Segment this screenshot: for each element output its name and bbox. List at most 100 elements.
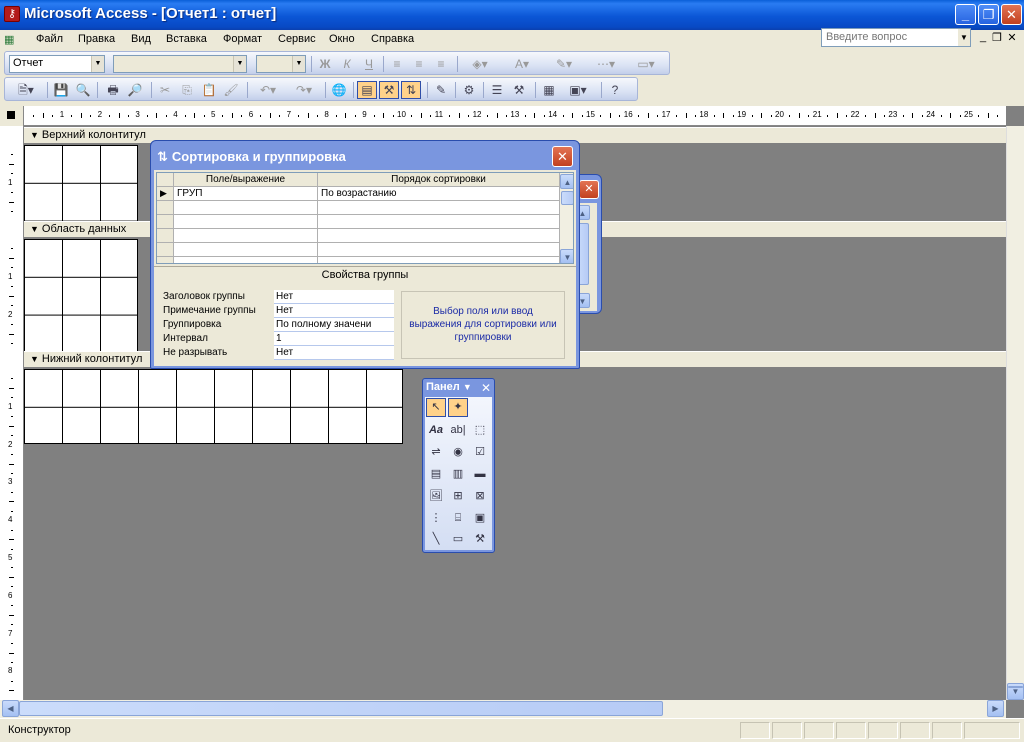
row-selector[interactable] [157,201,174,215]
header-section-grid[interactable] [24,145,138,221]
row-selector[interactable] [157,243,174,257]
menu-insert[interactable]: Вставка [166,33,207,45]
grid-field-cell[interactable] [174,201,318,215]
object-select[interactable]: Отчет ▼ [9,55,105,73]
option-group-icon[interactable]: ⬚ [470,421,490,440]
more-controls-icon[interactable]: ⚒ [470,530,490,549]
toolbox-toggle-icon[interactable]: ⚒ [379,81,399,99]
sorting-grouping-dialog[interactable]: ⇅ Сортировка и группировка ✕ Поле/выражен… [150,140,580,369]
grid-scroll-thumb[interactable] [561,191,573,205]
access-key-icon[interactable]: ⚷ [4,6,20,22]
checkbox-tool-icon[interactable]: ☑ [470,443,490,462]
textbox-tool-icon[interactable]: ab| [448,421,468,440]
scroll-left-icon[interactable]: ◀ [2,700,19,717]
prop-value-group-header[interactable]: Нет [274,290,394,304]
row-selector[interactable] [157,257,174,263]
help-search-input[interactable]: Введите вопрос [821,28,971,47]
unbound-object-icon[interactable]: ⊞ [448,487,468,506]
horizontal-ruler[interactable]: 1 2 3 4 5 6 7 8 9 10 11 12 13 14 15 16 17 18 19 20 21 22 23 24 2… [24,106,1006,126]
grid-field-cell[interactable] [174,243,318,257]
build-icon[interactable]: ⚒ [509,81,529,99]
bold-button[interactable]: Ж [315,55,335,73]
menu-window[interactable]: Окно [329,33,355,45]
select-objects-icon[interactable]: ↖ [426,398,446,417]
detail-section-grid[interactable] [24,239,138,351]
horizontal-scrollbar[interactable]: ◀ ▶ [0,700,1006,718]
help-icon[interactable]: ? [605,81,625,99]
line-width-icon[interactable]: ⋯▾ [589,55,623,73]
cut-icon[interactable]: ✂ [155,81,175,99]
prop-value-group-footer[interactable]: Нет [274,304,394,318]
mdi-restore-button[interactable]: ❐ [989,31,1005,44]
underline-button[interactable]: Ч [359,55,379,73]
tab-control-icon[interactable]: ⌸ [448,509,468,528]
line-tool-icon[interactable]: ╲ [426,530,446,549]
undo-icon[interactable]: ↶▾ [251,81,285,99]
save-icon[interactable]: 💾 [51,81,71,99]
menu-edit[interactable]: Правка [78,33,115,45]
line-color-icon[interactable]: ✎▾ [547,55,581,73]
toolbox-title-row[interactable]: Панел ▼ [426,381,472,393]
row-selector[interactable] [157,215,174,229]
paste-icon[interactable]: 📋 [199,81,219,99]
grid-order-cell[interactable]: По возрастанию [318,187,560,201]
control-wizards-icon[interactable]: ✦ [448,398,468,417]
image-tool-icon[interactable]: 🖼 [426,487,446,506]
grid-order-cell[interactable] [318,243,560,257]
grid-field-cell[interactable] [174,229,318,243]
fill-color-icon[interactable]: ◈▾ [463,55,497,73]
prop-value-interval[interactable]: 1 [274,332,394,346]
rectangle-tool-icon[interactable]: ▭ [448,530,468,549]
toggle-button-icon[interactable]: ⇌ [426,443,446,462]
footer-section-grid[interactable] [24,369,403,444]
grid-order-cell[interactable] [318,229,560,243]
vertical-scroll-thumb[interactable] [1008,686,1023,688]
menu-file[interactable]: Файл [36,33,63,45]
code-icon[interactable]: ⚙ [459,81,479,99]
scroll-right-icon[interactable]: ▶ [987,700,1004,717]
field-list-icon[interactable]: ▤ [357,81,377,99]
grid-order-cell[interactable] [318,257,560,263]
vertical-scrollbar[interactable]: ▼ [1006,126,1024,700]
mdi-close-button[interactable]: ✕ [1004,31,1020,44]
special-effect-icon[interactable]: ▭▾ [629,55,663,73]
prop-value-group-on[interactable]: По полному значени [274,318,394,332]
grid-order-cell[interactable] [318,201,560,215]
align-left-icon[interactable]: ≡ [387,55,407,73]
italic-button[interactable]: К [337,55,357,73]
copy-icon[interactable]: ⎘ [177,81,197,99]
redo-icon[interactable]: ↷▾ [287,81,321,99]
grid-field-cell[interactable]: ГРУП [174,187,318,201]
vertical-ruler[interactable]: 1 1 2 1 2 3 4 5 6 7 8 [0,126,24,700]
grid-field-cell[interactable] [174,257,318,263]
grid-field-cell[interactable] [174,215,318,229]
properties-icon[interactable]: ☰ [487,81,507,99]
row-selector[interactable] [157,229,174,243]
toolbox-close-icon[interactable]: ✕ [481,381,491,395]
print-icon[interactable]: 🖶 [103,81,123,99]
list-box-icon[interactable]: ▥ [448,465,468,484]
align-right-icon[interactable]: ≡ [431,55,451,73]
ruler-corner[interactable] [0,106,24,126]
search-icon[interactable]: 🔍 [73,81,93,99]
view-icon[interactable]: 🗎▾ [9,81,43,99]
label-tool-icon[interactable]: Aa [426,421,446,440]
dialog-close-button[interactable]: ✕ [552,146,573,167]
new-object-icon[interactable]: ▣▾ [561,81,595,99]
page-break-icon[interactable]: ⋮ [426,509,446,528]
close-icon[interactable]: ✕ [579,180,599,199]
scroll-up-icon[interactable]: ▲ [560,174,573,189]
row-selector-arrow-icon[interactable]: ▶ [157,187,174,201]
option-button-icon[interactable]: ◉ [448,443,468,462]
restore-button[interactable]: ❐ [978,4,999,25]
command-button-icon[interactable]: ▬ [470,465,490,484]
autoformat-icon[interactable]: ✎ [431,81,451,99]
combo-box-icon[interactable]: ▤ [426,465,446,484]
print-preview-icon[interactable]: 🔎 [125,81,145,99]
font-size-select[interactable]: ▼ [256,55,306,73]
font-select[interactable]: ▼ [113,55,247,73]
database-window-icon[interactable]: ▦ [539,81,559,99]
chevron-down-icon[interactable]: ▼ [463,382,472,392]
font-color-icon[interactable]: A▾ [505,55,539,73]
menu-tools[interactable]: Сервис [278,33,316,45]
